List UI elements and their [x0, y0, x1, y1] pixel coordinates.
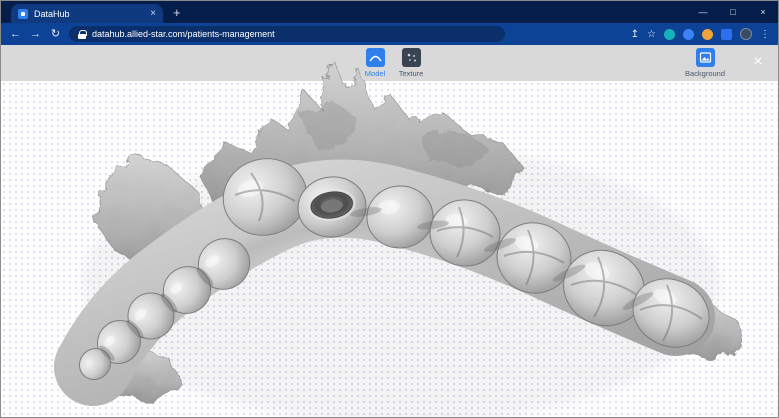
new-tab-button[interactable]: +: [173, 5, 181, 20]
extension-icon-grid[interactable]: [721, 29, 732, 40]
texture-icon: [402, 48, 421, 67]
lock-icon: [78, 30, 86, 39]
extension-icon-orange[interactable]: [702, 29, 713, 40]
tab-favicon: [18, 9, 28, 19]
shaded-model-icon: [366, 48, 385, 67]
browser-menu-icon[interactable]: ⋮: [760, 29, 770, 40]
browser-window: DataHub × + — □ × ← → ↻ datahub.allied-s…: [0, 0, 779, 418]
url-bar[interactable]: datahub.allied-star.com/patients-managem…: [69, 26, 505, 42]
background-tool-button[interactable]: Background: [677, 48, 733, 78]
reload-icon[interactable]: ↻: [49, 23, 62, 45]
model-tool-label: Model: [365, 69, 385, 78]
tab-close-icon[interactable]: ×: [150, 8, 156, 19]
tab-title: DataHub: [34, 9, 144, 19]
browser-tab-strip: DataHub × + — □ ×: [1, 1, 778, 23]
url-text: datahub.allied-star.com/patients-managem…: [92, 29, 275, 39]
minimize-button[interactable]: —: [688, 1, 718, 23]
maximize-button[interactable]: □: [718, 1, 748, 23]
forward-icon[interactable]: →: [29, 23, 42, 45]
extension-icon-blue[interactable]: [683, 29, 694, 40]
extension-icon-teal[interactable]: [664, 29, 675, 40]
window-close-button[interactable]: ×: [748, 1, 778, 23]
profile-avatar[interactable]: [740, 28, 752, 40]
viewer-toolbar: Model Texture Background ×: [1, 45, 779, 81]
texture-tool-label: Texture: [399, 69, 424, 78]
background-icon: [696, 48, 715, 67]
browser-address-bar: ← → ↻ datahub.allied-star.com/patients-m…: [1, 23, 778, 45]
texture-tool-button[interactable]: Texture: [389, 48, 433, 78]
window-controls: — □ ×: [688, 1, 778, 23]
address-bar-actions: ↥ ☆ ⋮: [631, 28, 770, 40]
bookmark-star-icon[interactable]: ☆: [647, 29, 656, 40]
back-icon[interactable]: ←: [9, 23, 22, 45]
share-icon[interactable]: ↥: [631, 29, 639, 40]
browser-tab-datahub[interactable]: DataHub ×: [11, 4, 163, 23]
background-tool-label: Background: [685, 69, 725, 78]
viewer-close-button[interactable]: ×: [748, 52, 768, 72]
viewer-canvas[interactable]: [1, 81, 779, 418]
